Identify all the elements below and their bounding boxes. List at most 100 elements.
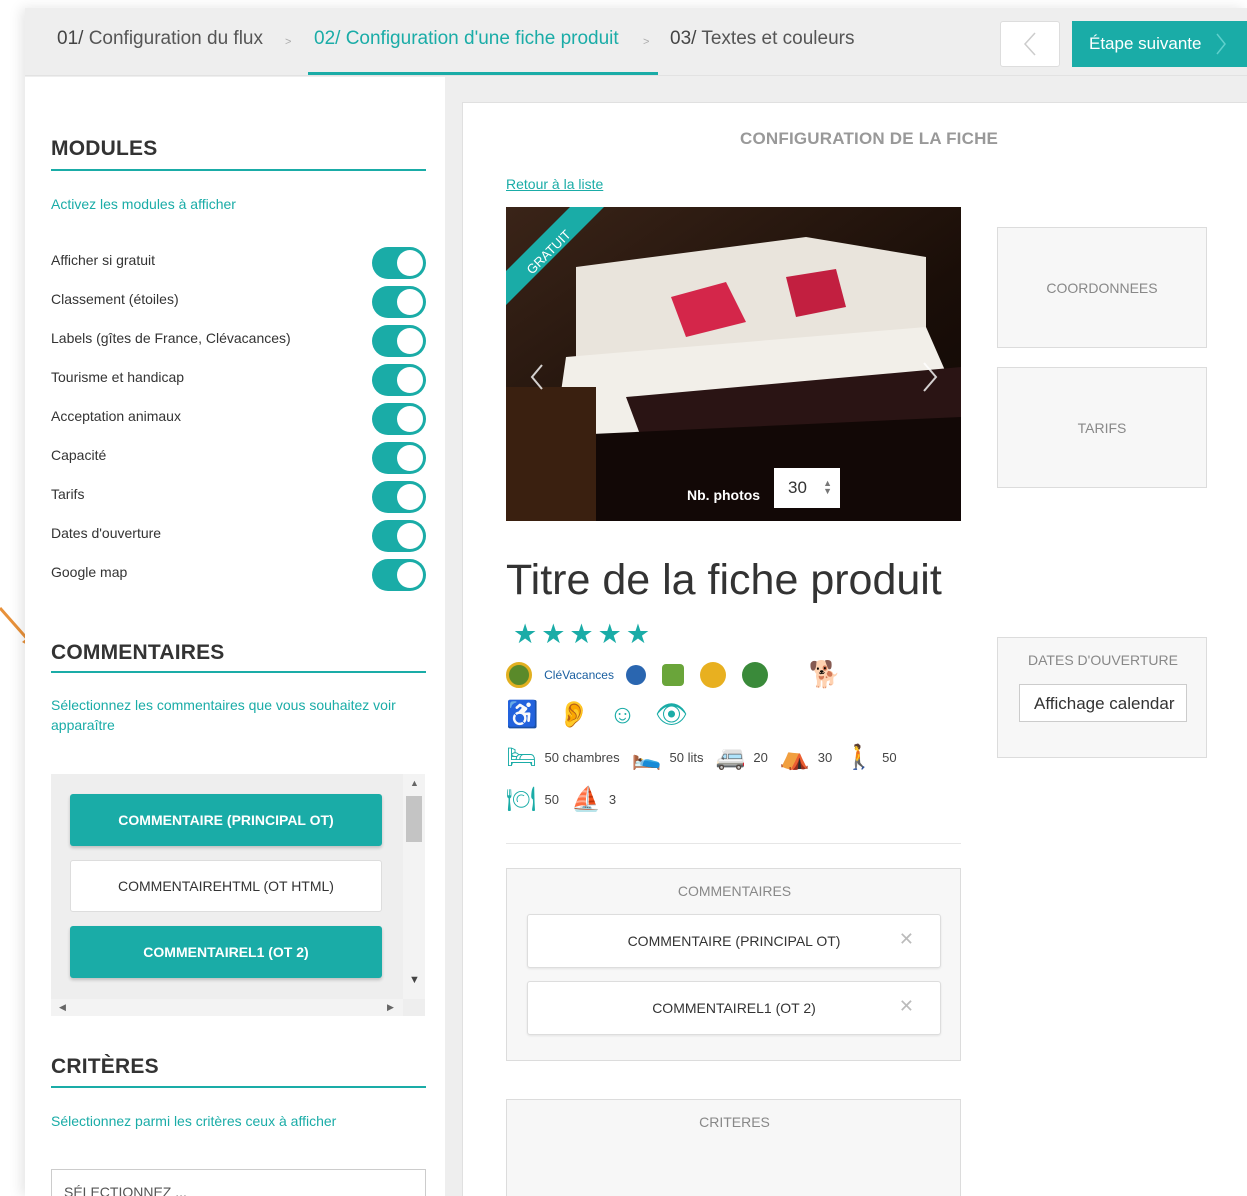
module-toggle-capacite[interactable] [372, 442, 426, 474]
module-toggle-googlemap[interactable] [372, 559, 426, 591]
module-toggle-dates[interactable] [372, 520, 426, 552]
module-label: Tarifs [51, 486, 85, 502]
preview-panel: CONFIGURATION DE LA FICHE Retour à la li… [462, 102, 1247, 1196]
comment-option-html[interactable]: COMMENTAIREHTML (OT HTML) [70, 860, 382, 912]
capacity-value: 50 [544, 792, 559, 807]
module-row: Labels (gîtes de France, Clévacances) [51, 323, 426, 357]
step-3[interactable]: 03/ Textes et couleurs [670, 28, 855, 50]
comments-vertical-scrollbar[interactable]: ▲ ▼ [403, 774, 425, 999]
comments-list: COMMENTAIRE (PRINCIPAL OT) COMMENTAIREHT… [51, 774, 425, 1016]
bed-icon: 🛏 [506, 744, 537, 771]
step-2-number: 02/ [314, 28, 341, 49]
step-separator: > [285, 36, 292, 48]
wheelchair-icon: ♿ [506, 699, 539, 729]
capacity-value: 3 [608, 792, 617, 807]
coordonnees-label: COORDONNEES [1046, 279, 1158, 296]
scroll-right-icon[interactable]: ▶ [387, 1002, 394, 1013]
module-toggle-classement[interactable] [372, 286, 426, 318]
module-label: Dates d'ouverture [51, 525, 162, 541]
comment-card[interactable]: COMMENTAIRE (PRINCIPAL OT) ✕ [527, 914, 941, 968]
divider [506, 843, 961, 844]
label-badge-icon [626, 664, 647, 685]
tarifs-box[interactable]: TARIFS [997, 367, 1207, 488]
comment-card-label: COMMENTAIRE (PRINCIPAL OT) [627, 933, 841, 949]
app-window: 01/ Configuration du flux > 02/ Configur… [25, 8, 1247, 1196]
module-row: Capacité [51, 440, 426, 474]
capacity-value: 20 [753, 750, 768, 765]
scroll-thumb[interactable] [406, 796, 422, 842]
comments-box-title: COMMENTAIRES [677, 883, 792, 899]
comment-option-principal[interactable]: COMMENTAIRE (PRINCIPAL OT) [70, 794, 382, 846]
comment-card[interactable]: COMMENTAIREL1 (OT 2) ✕ [527, 981, 941, 1035]
module-label: Capacité [51, 447, 107, 463]
chevron-left-icon [1023, 32, 1036, 56]
module-row: Classement (étoiles) [51, 284, 426, 318]
criteres-divider [51, 1086, 426, 1088]
comments-preview-box: COMMENTAIRES COMMENTAIRE (PRINCIPAL OT) … [506, 868, 961, 1061]
comments-horizontal-scrollbar[interactable]: ◀ ▶ [51, 999, 403, 1016]
scroll-up-icon[interactable]: ▲ [410, 778, 419, 788]
step-3-number: 03/ [670, 28, 697, 49]
close-icon[interactable]: ✕ [899, 929, 914, 950]
handicap-row: ♿ 👂 ☺ 👁 [506, 699, 688, 730]
active-step-underline [308, 72, 658, 75]
dates-box: DATES D'OUVERTURE Affichage calendar [997, 637, 1207, 758]
step-separator: > [643, 36, 650, 48]
step-3-label: Textes et couleurs [701, 28, 855, 49]
module-label: Labels (gîtes de France, Clévacances) [51, 330, 291, 346]
close-icon[interactable]: ✕ [899, 996, 914, 1017]
module-label: Classement (étoiles) [51, 291, 179, 307]
comment-option-l1[interactable]: COMMENTAIREL1 (OT 2) [70, 926, 382, 978]
label-badge-icon [662, 663, 685, 686]
step-1-label: Configuration du flux [88, 28, 263, 49]
capacity-row-2: 🍽 50 ⛵ 3 [506, 785, 628, 814]
dog-icon: 🐕 [808, 659, 841, 689]
module-label: Afficher si gratuit [51, 252, 156, 268]
product-title: Titre de la fiche produit [506, 556, 942, 604]
module-toggle-animaux[interactable] [372, 403, 426, 435]
dining-icon: 🍽 [506, 786, 537, 813]
criteres-select[interactable]: SÉLECTIONNEZ ... [51, 1169, 426, 1196]
mental-icon: ☺ [609, 699, 636, 729]
label-badge-icon [742, 661, 769, 688]
label-badge-icon [700, 661, 727, 688]
next-step-button[interactable]: Étape suivante [1072, 21, 1247, 67]
spinner-icon[interactable]: ▲ ▼ [823, 479, 832, 496]
steps-bar: 01/ Configuration du flux > 02/ Configur… [25, 8, 1247, 76]
commentaires-title: COMMENTAIRES [51, 641, 225, 664]
criteres-subtitle: Sélectionnez parmi les critères ceux à a… [51, 1113, 337, 1129]
scroll-left-icon[interactable]: ◀ [59, 1002, 66, 1013]
gites-label-icon [506, 661, 532, 688]
preview-title: CONFIGURATION DE LA FICHE [740, 129, 999, 148]
settings-panel: MODULES Activez les modules à afficher A… [25, 77, 445, 1196]
step-2[interactable]: 02/ Configuration d'une fiche produit [314, 28, 619, 50]
visual-icon: 👁 [655, 699, 689, 729]
capacity-value: 30 [817, 750, 833, 765]
tarifs-label: TARIFS [1077, 419, 1127, 436]
tent-icon: ⛺ [779, 744, 810, 771]
clevacances-logo: CléVacances [544, 667, 614, 682]
module-toggle-handicap[interactable] [372, 364, 426, 396]
module-toggle-labels[interactable] [372, 325, 426, 357]
dates-select[interactable]: Affichage calendar [1019, 684, 1187, 722]
nb-photos-input[interactable]: 30 ▲ ▼ [774, 468, 840, 508]
module-label: Google map [51, 564, 128, 580]
scroll-down-icon[interactable]: ▼ [409, 974, 420, 986]
commentaires-divider [51, 671, 426, 673]
previous-step-button[interactable] [1000, 21, 1060, 67]
criteres-preview-box: CRITERES [506, 1099, 961, 1196]
commentaires-subtitle: Sélectionnez les commentaires que vous s… [51, 697, 396, 733]
star-rating: ★★★★★ [513, 619, 655, 649]
labels-row: CléVacances 🐕 [506, 659, 841, 690]
step-1-number: 01/ [57, 28, 84, 49]
back-to-list-link[interactable]: Retour à la liste [506, 176, 603, 192]
module-toggle-tarifs[interactable] [372, 481, 426, 513]
sailboat-icon: ⛵ [570, 786, 601, 813]
gratuit-ribbon: GRATUIT [506, 207, 604, 305]
modules-divider [51, 169, 426, 171]
coordonnees-box[interactable]: COORDONNEES [997, 227, 1207, 348]
module-toggle-gratuit[interactable] [372, 247, 426, 279]
step-1[interactable]: 01/ Configuration du flux [57, 28, 263, 50]
module-row: Google map [51, 557, 426, 591]
criteres-title: CRITÈRES [51, 1055, 159, 1078]
